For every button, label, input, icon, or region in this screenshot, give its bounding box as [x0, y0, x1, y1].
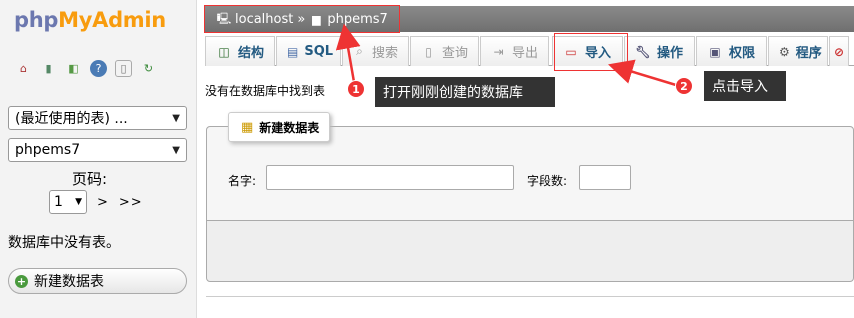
reload-icon[interactable]: ↻	[140, 60, 157, 77]
structure-icon: ◫	[218, 44, 230, 59]
step-badge-2: 2	[675, 77, 693, 95]
next-page-link[interactable]: >	[97, 195, 109, 210]
tab-routines[interactable]: ⚙ 程序	[768, 36, 828, 66]
sql-icon: ▤	[287, 44, 299, 59]
tab-privileges[interactable]: ▣ 权限	[696, 36, 767, 66]
nav-icon-bar: ⌂ ▮ ◧ ? ▯ ↻	[15, 60, 157, 77]
callout-click-import: 点击导入	[704, 71, 786, 101]
create-table-legend: ▦ 新建数据表	[228, 112, 331, 142]
last-page-link[interactable]: >>	[119, 195, 143, 210]
events-icon: ⊘	[834, 44, 845, 59]
tab-sql[interactable]: ▤ SQL	[276, 36, 341, 66]
page-label: 页码:	[72, 170, 108, 188]
tab-bar: ◫ 结构 ▤ SQL ⌕ 搜索 ▯ 查询 ⇥ 导出 ▭ 导入 🔧︎ 操作 ▣ 权…	[205, 36, 854, 66]
phpmyadmin-logo[interactable]: phpMyAdmin	[14, 8, 166, 32]
no-tables-text: 数据库中没有表。	[8, 235, 120, 251]
new-table-icon: ▦	[241, 119, 254, 135]
chevron-down-icon: ▼	[75, 197, 82, 207]
logout-icon[interactable]: ▮	[40, 60, 57, 77]
privileges-icon: ▣	[709, 44, 721, 59]
chevron-down-icon: ▼	[172, 112, 180, 124]
tab-more[interactable]: ⊘	[829, 36, 849, 66]
navigation-panel: phpMyAdmin ⌂ ▮ ◧ ? ▯ ↻ (最近使用的表) ... ▼ ph…	[0, 0, 197, 318]
tab-operations[interactable]: 🔧︎ 操作	[624, 36, 695, 66]
documentation-icon[interactable]: ▯	[115, 60, 132, 77]
no-tables-message: 没有在数据库中找到表	[205, 84, 326, 98]
pager: 1 ▼ > >>	[49, 190, 143, 214]
query-window-icon[interactable]: ◧	[65, 60, 82, 77]
help-icon[interactable]: ?	[90, 60, 107, 77]
column-count-label: 字段数:	[527, 174, 568, 188]
create-table-fieldset	[206, 126, 854, 282]
query-icon: ▯	[425, 44, 432, 59]
recent-tables-select[interactable]: (最近使用的表) ... ▼	[8, 106, 187, 130]
database-select[interactable]: phpems7 ▼	[8, 138, 187, 162]
divider	[206, 296, 854, 297]
import-highlight-box	[554, 33, 628, 71]
callout-open-database: 打开刚刚创建的数据库	[375, 77, 555, 107]
arrow-to-import	[608, 59, 677, 87]
tab-structure[interactable]: ◫ 结构	[205, 36, 275, 66]
export-icon: ⇥	[493, 44, 504, 59]
tab-export[interactable]: ⇥ 导出	[480, 36, 549, 66]
step-badge-1: 1	[347, 80, 365, 98]
table-name-input[interactable]	[266, 165, 514, 190]
search-icon: ⌕	[356, 44, 363, 58]
home-icon[interactable]: ⌂	[15, 60, 32, 77]
chevron-down-icon: ▼	[172, 144, 180, 156]
column-count-input[interactable]	[579, 165, 631, 190]
plus-icon: +	[15, 274, 28, 288]
tab-query[interactable]: ▯ 查询	[410, 36, 479, 66]
table-name-label: 名字:	[228, 174, 257, 188]
routines-icon: ⚙	[779, 44, 790, 59]
breadcrumb-highlight-box	[204, 5, 400, 33]
tab-search[interactable]: ⌕ 搜索	[342, 36, 409, 66]
page-select[interactable]: 1 ▼	[49, 190, 87, 214]
new-table-button[interactable]: + 新建数据表	[8, 268, 187, 294]
wrench-icon: 🔧︎	[635, 44, 651, 59]
